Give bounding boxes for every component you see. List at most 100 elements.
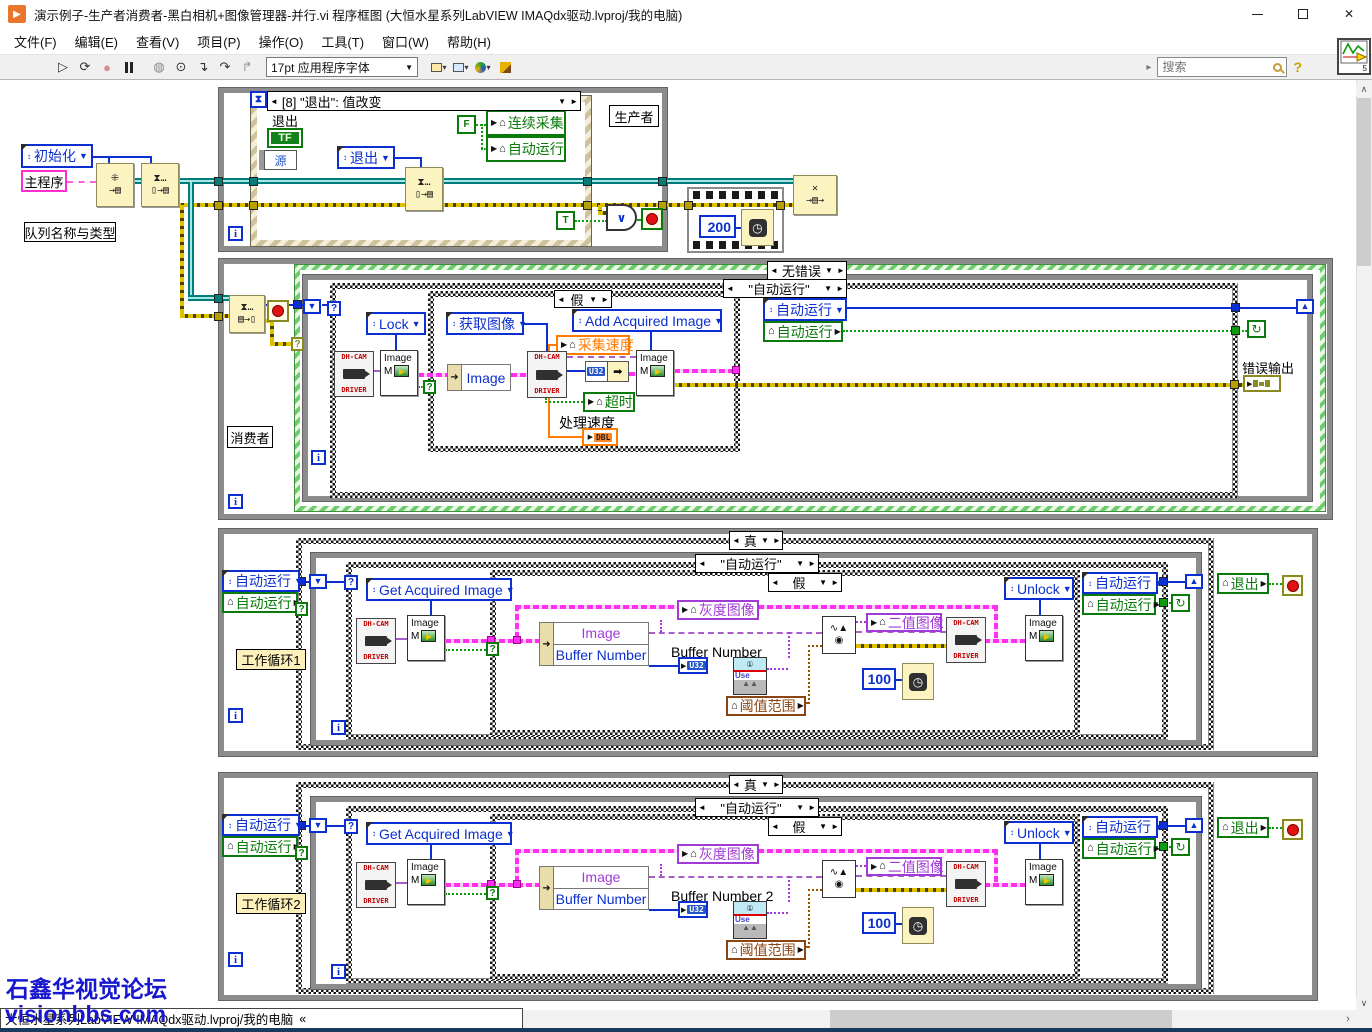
case-selector-autorun-consumer[interactable]: ◄"自动运行"▼► (723, 279, 847, 298)
case-selector-false-wl1[interactable]: ◄假▼► (768, 573, 842, 592)
enum-add-acquired-image[interactable]: ↕Add Acquired Image▼ (572, 309, 722, 332)
loop-stop-terminal-wl2[interactable] (1282, 819, 1303, 840)
unbundle-image-buffer-wl1[interactable]: ➜ImageBuffer Number (539, 622, 649, 666)
resize-objects-dropdown[interactable]: ▾ (472, 57, 494, 77)
constant-100-wl2[interactable]: 100 (862, 912, 896, 934)
event-case-selector[interactable]: ◄[8] "退出": 值改变▼► (267, 91, 581, 111)
help-icon[interactable]: ? (1293, 59, 1302, 75)
enum-get-acquired-image-wl1[interactable]: ↕Get Acquired Image▼ (366, 578, 512, 601)
dhcam-driver-node[interactable]: DH-CAMDRIVER (946, 861, 986, 907)
enum-autorun-wl2-left[interactable]: ↕自动运行▼ (222, 814, 300, 836)
property-node-exit-wl2[interactable]: ⌂退出▶ (1217, 817, 1269, 838)
case-selector-true-wl1[interactable]: ◄真▼► (729, 531, 783, 550)
string-main-program[interactable]: 主程序 (21, 170, 67, 192)
u32-indicator-wl1[interactable]: ▶U32 (678, 657, 708, 674)
case-selector-false-consumer[interactable]: ◄假▼► (554, 290, 612, 308)
shift-register-right-wl1[interactable]: ▲ (1185, 574, 1203, 589)
property-node-gray-image-wl2[interactable]: ▶⌂灰度图像 (677, 844, 759, 864)
u32-indicator-wl2[interactable]: ▶U32 (678, 901, 708, 918)
align-objects-dropdown[interactable]: ▾ (428, 57, 450, 77)
menu-help[interactable]: 帮助(H) (447, 32, 491, 51)
shift-register-left-wl2[interactable]: ▼ (309, 818, 327, 833)
scroll-up-icon[interactable]: ∧ (1356, 82, 1372, 96)
search-input[interactable] (1162, 60, 1269, 74)
wait-ms-node-wl2[interactable]: ◷ (902, 907, 934, 944)
menu-file[interactable]: 文件(F) (14, 32, 57, 51)
vi-icon[interactable]: 5 (1337, 38, 1371, 75)
shift-register-right-consumer[interactable]: ▲ (1296, 299, 1314, 314)
case-selector-noerror[interactable]: ◄无错误▼► (767, 261, 847, 280)
loop-stop-terminal-wl1[interactable] (1282, 575, 1303, 596)
property-node-threshold-range-wl2[interactable]: ⌂阈值范围▶ (726, 940, 806, 960)
property-node-autorun-wl2-right[interactable]: ⌂自动运行▶ (1082, 838, 1156, 859)
image-manager-node[interactable]: ImageM (407, 615, 445, 661)
property-node-gray-image-wl1[interactable]: ▶⌂灰度图像 (677, 600, 759, 620)
dbl-indicator[interactable]: ▶DBL (582, 428, 618, 446)
pause-button[interactable] (118, 57, 140, 77)
threshold-use-icon-wl1[interactable]: ①Use▲▲ (733, 657, 767, 695)
case-selector-autorun-wl1[interactable]: ◄"自动运行"▼► (695, 554, 819, 573)
property-node-autorun-wl1-left[interactable]: ⌂自动运行▶ (222, 592, 298, 613)
case-selector-true-wl2[interactable]: ◄真▼► (729, 775, 783, 794)
threshold-use-icon-wl2[interactable]: ①Use▲▲ (733, 901, 767, 939)
close-button[interactable]: ✕ (1326, 0, 1372, 28)
highlight-execution-icon[interactable]: ◍ (148, 57, 170, 77)
scroll-right-icon[interactable]: › (1340, 1010, 1356, 1028)
case-selector-false-wl2[interactable]: ◄假▼► (768, 817, 842, 836)
enqueue-node[interactable]: ⧗…▯→▤ (141, 163, 179, 207)
property-node-threshold-range-wl1[interactable]: ⌂阈值范围▶ (726, 696, 806, 716)
enum-autorun-wl2-right[interactable]: ↕自动运行▼ (1082, 816, 1158, 838)
run-continuous-button[interactable]: ⟳ (74, 57, 96, 77)
true-constant[interactable]: T (556, 211, 575, 230)
dhcam-driver-node[interactable]: DH-CAMDRIVER (356, 618, 396, 664)
minimize-button[interactable] (1234, 0, 1280, 28)
menu-edit[interactable]: 编辑(E) (75, 32, 118, 51)
image-manager-node[interactable]: ImageM (380, 350, 418, 396)
step-over-icon[interactable]: ↷ (214, 57, 236, 77)
dhcam-driver-node[interactable]: DH-CAMDRIVER (356, 862, 396, 908)
dhcam-driver-node[interactable]: DH-CAMDRIVER (946, 617, 986, 663)
scroll-down-icon[interactable]: ∨ (1356, 996, 1372, 1010)
font-selector[interactable]: 17pt 应用程序字体▼ (266, 57, 418, 77)
property-node-autorun-consumer[interactable]: ⌂自动运行▶ (763, 321, 843, 342)
property-node-timeout[interactable]: ▶⌂超时 (583, 392, 635, 412)
menu-view[interactable]: 查看(V) (136, 32, 179, 51)
property-node-continuous-acquire[interactable]: ▶⌂连续采集 (486, 110, 566, 136)
image-manager-node[interactable]: ImageM (407, 859, 445, 905)
case-selector-autorun-wl2[interactable]: ◄"自动运行"▼► (695, 798, 819, 817)
wait-ms-node-wl1[interactable]: ◷ (902, 663, 934, 700)
property-node-autorun-producer[interactable]: ▶⌂自动运行 (486, 136, 566, 162)
image-manager-node[interactable]: ImageM (1025, 859, 1063, 905)
dequeue-node[interactable]: ⧗…▤→▯ (229, 295, 265, 333)
run-button[interactable]: ▷ (52, 57, 74, 77)
enum-exit[interactable]: ↕退出▼ (337, 146, 395, 169)
menu-operate[interactable]: 操作(O) (259, 32, 304, 51)
enum-init[interactable]: ↕初始化▼ (21, 144, 93, 168)
wait-ms-node[interactable]: ◷ (741, 209, 774, 246)
enum-get-acquired-image-wl2[interactable]: ↕Get Acquired Image▼ (366, 822, 512, 845)
property-node-binary-image-wl2[interactable]: ▶⌂二值图像 (866, 857, 942, 876)
shift-register-left-consumer[interactable]: ▼ (303, 299, 321, 314)
property-node-autorun-wl2-left[interactable]: ⌂自动运行▶ (222, 836, 298, 857)
release-queue-node[interactable]: ✕→▤→ (793, 175, 837, 215)
image-manager-node[interactable]: ImageM (636, 350, 674, 396)
loop-stop-terminal-producer[interactable] (641, 208, 663, 230)
cleanup-diagram-icon[interactable] (494, 57, 516, 77)
abort-button[interactable]: ● (96, 57, 118, 77)
enum-unlock-wl1[interactable]: ↕Unlock▼ (1004, 577, 1074, 600)
vertical-scrollbar-thumb[interactable] (1357, 98, 1371, 266)
boolean-terminal-exit[interactable]: TF (267, 128, 303, 148)
menu-tools[interactable]: 工具(T) (321, 32, 364, 51)
image-element-box[interactable]: ➜Image (447, 364, 511, 391)
false-constant[interactable]: F (457, 115, 476, 134)
enum-autorun-consumer[interactable]: ↕自动运行▼ (763, 298, 847, 321)
unbundle-image-buffer-wl2[interactable]: ➜ImageBuffer Number (539, 866, 649, 910)
enum-get-image[interactable]: ↕获取图像▼ (446, 312, 524, 335)
stop-indicator-consumer[interactable] (267, 300, 289, 322)
menu-window[interactable]: 窗口(W) (382, 32, 429, 51)
step-into-icon[interactable]: ↴ (192, 57, 214, 77)
property-node-exit-wl1[interactable]: ⌂退出▶ (1217, 573, 1269, 594)
enum-lock[interactable]: ↕Lock▼ (366, 312, 426, 335)
property-node-autorun-wl1-right[interactable]: ⌂自动运行▶ (1082, 594, 1156, 615)
shift-register-right-wl2[interactable]: ▲ (1185, 818, 1203, 833)
